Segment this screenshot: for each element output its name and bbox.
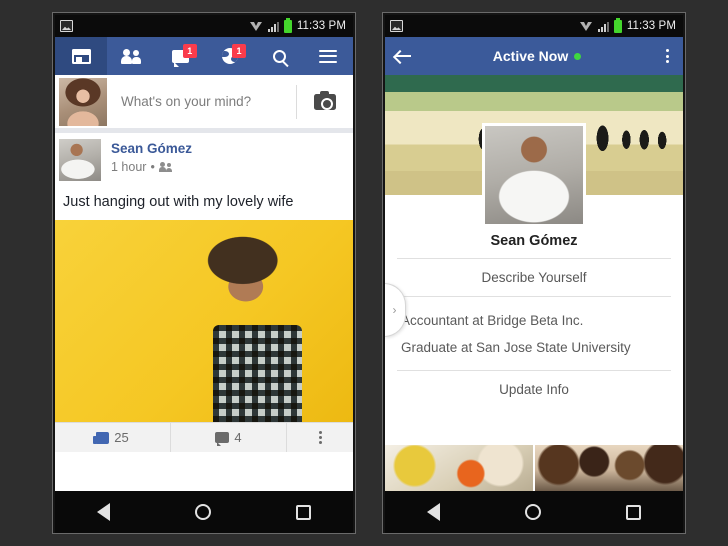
photo-icon [60, 20, 73, 32]
feed-post: Sean Gómez 1 hour • Just hanging out wit… [55, 133, 353, 452]
recents-nav-icon[interactable] [625, 504, 641, 520]
status-bar-left: 11:33 PM [55, 15, 353, 37]
like-button[interactable]: 25 [55, 423, 171, 452]
post-author-avatar[interactable] [59, 139, 101, 181]
page-title: Active Now [492, 48, 569, 64]
nav-tab-friend-requests[interactable] [107, 37, 156, 75]
status-bar-clock: 11:33 PM [296, 20, 346, 32]
bio-block: Accountant at Bridge Beta Inc. Graduate … [385, 297, 683, 370]
post-text: Just hanging out with my lovely wife [63, 194, 294, 210]
top-bar-title-group: Active Now [413, 48, 661, 64]
nav-tab-more-menu[interactable] [304, 37, 353, 75]
profile-picture[interactable] [482, 123, 586, 227]
post-more-button[interactable] [287, 423, 353, 452]
post-author-name[interactable]: Sean Gómez [111, 140, 192, 157]
profile-top-bar: Active Now [385, 37, 683, 75]
hamburger-menu-icon [319, 49, 338, 63]
back-arrow-icon[interactable] [395, 49, 413, 63]
post-separator: • [150, 160, 155, 174]
friends-icon [120, 48, 143, 64]
comment-count: 4 [234, 430, 242, 445]
android-soft-nav-right [385, 491, 683, 533]
post-actions-bar: 25 4 [55, 422, 353, 452]
update-info-link[interactable]: Update Info [385, 371, 683, 408]
composer-avatar [59, 77, 107, 126]
post-photo[interactable] [55, 220, 353, 422]
overflow-menu-icon [318, 431, 322, 444]
photo-tile-1[interactable] [385, 445, 533, 491]
home-nav-icon[interactable] [524, 504, 541, 520]
phone-left: 11:33 PM 1 1 What's on your mind? Sean G… [52, 12, 356, 534]
photo-tile-1-image [385, 445, 533, 491]
messages-badge: 1 [182, 44, 197, 58]
post-photo-image [55, 220, 353, 422]
bio-line-education: Graduate at San Jose State University [401, 340, 631, 355]
status-bar-clock: 11:33 PM [626, 20, 676, 32]
back-nav-icon[interactable] [97, 503, 111, 521]
composer-avatar-image [59, 77, 107, 126]
android-soft-nav-left [55, 491, 353, 533]
nav-tab-notifications[interactable]: 1 [205, 37, 254, 75]
post-subline: 1 hour • [111, 159, 192, 176]
news-feed-icon [71, 48, 91, 64]
phone-left-screen: 11:33 PM 1 1 What's on your mind? Sean G… [55, 15, 353, 533]
phone-right-screen: 11:33 PM Active Now Sean Gómez Describe … [385, 15, 683, 533]
composer-camera-button[interactable] [297, 90, 353, 110]
status-composer[interactable]: What's on your mind? [55, 75, 353, 133]
friends-audience-icon [158, 162, 173, 173]
comment-icon [215, 432, 230, 446]
active-status-dot [574, 52, 582, 60]
wifi-icon [579, 21, 593, 32]
photo-strip [385, 445, 683, 491]
comment-button[interactable]: 4 [171, 423, 287, 452]
screenshot-stage: 11:33 PM 1 1 What's on your mind? Sean G… [0, 0, 728, 546]
status-bar-right-right-icons: 11:33 PM [579, 17, 676, 33]
signal-icon [597, 21, 609, 32]
profile-card: Sean Gómez Describe Yourself Accountant … [385, 123, 683, 408]
nav-tab-messages[interactable]: 1 [156, 37, 205, 75]
home-nav-icon[interactable] [194, 504, 211, 520]
signal-icon [267, 21, 279, 32]
nav-tab-search[interactable] [255, 37, 304, 75]
bio-line-work: Accountant at Bridge Beta Inc. [401, 313, 584, 328]
battery-icon [613, 17, 622, 33]
post-author-avatar-image [59, 139, 101, 181]
back-nav-icon[interactable] [427, 503, 441, 521]
nav-tab-news-feed[interactable] [55, 37, 107, 75]
post-timestamp: 1 hour [111, 160, 147, 174]
status-bar-left-icons [60, 20, 73, 32]
post-header: Sean Gómez 1 hour • [55, 133, 353, 185]
wifi-icon [249, 21, 263, 32]
status-bar-right-icons: 11:33 PM [249, 17, 346, 33]
thumbs-up-icon [93, 431, 110, 444]
recents-nav-icon[interactable] [295, 504, 311, 520]
like-count: 25 [114, 430, 129, 445]
battery-icon [283, 17, 292, 33]
search-icon [272, 49, 286, 63]
facebook-nav-bar: 1 1 [55, 37, 353, 75]
photo-tile-2-image [535, 445, 683, 491]
camera-icon [314, 90, 336, 110]
photo-icon [390, 20, 403, 32]
status-bar-right-left-icons [390, 20, 403, 32]
overflow-menu-icon[interactable] [661, 49, 673, 63]
composer-placeholder[interactable]: What's on your mind? [107, 94, 296, 109]
status-bar-right: 11:33 PM [385, 15, 683, 37]
phone-right: 11:33 PM Active Now Sean Gómez Describe … [382, 12, 686, 534]
photo-tile-2[interactable] [535, 445, 683, 491]
notifications-badge: 1 [232, 44, 246, 58]
describe-yourself-link[interactable]: Describe Yourself [385, 259, 683, 296]
post-meta: Sean Gómez 1 hour • [101, 139, 192, 176]
profile-picture-image [485, 126, 583, 224]
